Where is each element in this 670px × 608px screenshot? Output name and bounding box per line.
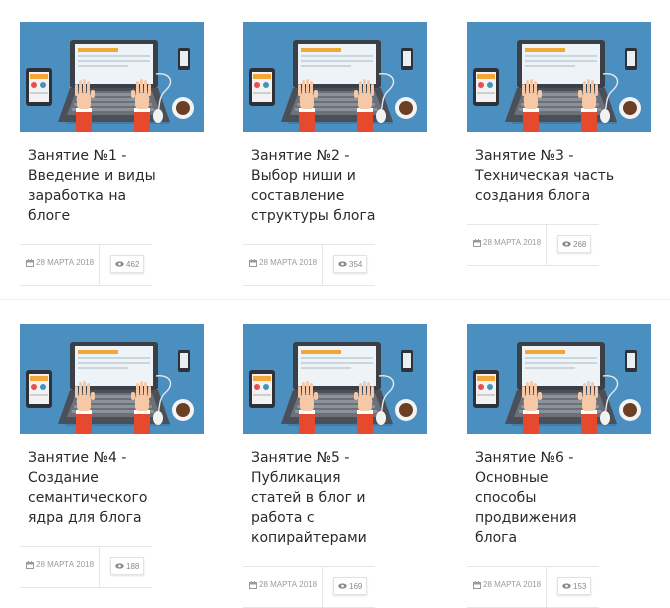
- lesson-title-line: Занятие №3 -: [475, 148, 574, 164]
- lesson-date-text: 28 МАРТА 2018: [36, 258, 95, 267]
- eye-icon: [562, 241, 571, 247]
- lesson-thumbnail[interactable]: [467, 324, 651, 434]
- lesson-title[interactable]: Занятие №1 - Введение и виды заработка на б…: [28, 146, 168, 226]
- views-count: 188: [126, 561, 140, 571]
- lesson-card[interactable]: Занятие №3 - Техническая часть создания бл…: [467, 22, 651, 266]
- views-badge: 268: [557, 235, 592, 253]
- calendar-icon: [26, 258, 34, 267]
- row-divider: [0, 299, 670, 300]
- calendar-icon: [249, 580, 257, 589]
- lesson-thumbnail[interactable]: [20, 324, 204, 434]
- lesson-card[interactable]: Занятие №1 - Введение и виды заработка на б…: [20, 22, 204, 286]
- lesson-thumbnail[interactable]: [243, 324, 427, 434]
- lesson-title-line: Выбор ниши и: [251, 168, 356, 184]
- meta-divider: [322, 245, 323, 285]
- lesson-title-line: работа с: [251, 510, 315, 526]
- lesson-date: 28 МАРТА 2018: [473, 238, 541, 247]
- calendar-icon: [249, 258, 257, 267]
- views-count: 268: [573, 239, 587, 249]
- eye-icon: [338, 261, 347, 267]
- lesson-title-line: блога: [475, 530, 518, 546]
- lesson-title-line: Занятие №4 -: [28, 450, 127, 466]
- lesson-title-line: составление: [251, 188, 345, 204]
- eye-icon: [115, 261, 124, 267]
- lesson-title-line: заработка на: [28, 188, 127, 204]
- views-count: 354: [349, 259, 363, 269]
- lesson-title[interactable]: Занятие №6 - Основные способы продвижения бл…: [475, 448, 615, 548]
- lesson-date: 28 МАРТА 2018: [473, 580, 541, 589]
- lesson-card[interactable]: Занятие №6 - Основные способы продвижения бл…: [467, 324, 651, 608]
- lesson-title-line: статей в блог и: [251, 490, 366, 506]
- lesson-title-line: Занятие №5 -: [251, 450, 350, 466]
- lesson-title-line: способы: [475, 490, 537, 506]
- lesson-meta: 28 МАРТА 2018 268: [467, 224, 599, 266]
- views-badge: 169: [333, 577, 368, 595]
- lesson-thumbnail[interactable]: [20, 22, 204, 132]
- lesson-thumbnail[interactable]: [467, 22, 651, 132]
- lesson-card[interactable]: Занятие №4 - Создание семантического ядра д…: [20, 324, 204, 588]
- views-badge: 462: [110, 255, 145, 273]
- meta-divider: [322, 567, 323, 607]
- lesson-meta: 28 МАРТА 2018 153: [467, 566, 599, 608]
- lesson-date-text: 28 МАРТА 2018: [259, 580, 318, 589]
- lesson-meta: 28 МАРТА 2018 462: [20, 244, 152, 286]
- calendar-icon: [26, 560, 34, 569]
- meta-divider: [546, 567, 547, 607]
- lesson-title-line: структуры блога: [251, 208, 376, 224]
- meta-divider: [99, 245, 100, 285]
- lesson-card[interactable]: Занятие №2 - Выбор ниши и составление струк…: [243, 22, 427, 286]
- views-badge: 354: [333, 255, 368, 273]
- lesson-meta: 28 МАРТА 2018 354: [243, 244, 375, 286]
- lesson-date-text: 28 МАРТА 2018: [259, 258, 318, 267]
- lesson-title-line: семантического: [28, 490, 148, 506]
- lesson-title-line: ядра для блога: [28, 510, 142, 526]
- lesson-date-text: 28 МАРТА 2018: [36, 560, 95, 569]
- calendar-icon: [473, 580, 481, 589]
- lesson-title-line: копирайтерами: [251, 530, 367, 546]
- meta-divider: [546, 225, 547, 265]
- lesson-title[interactable]: Занятие №5 - Публикация статей в блог и раб…: [251, 448, 391, 548]
- lesson-title-line: блоге: [28, 208, 71, 224]
- eye-icon: [115, 563, 124, 569]
- lesson-title-line: создания блога: [475, 188, 591, 204]
- lesson-date: 28 МАРТА 2018: [26, 258, 94, 267]
- lesson-title-line: Публикация: [251, 470, 341, 486]
- lesson-meta: 28 МАРТА 2018 188: [20, 546, 152, 588]
- views-badge: 188: [110, 557, 145, 575]
- eye-icon: [562, 583, 571, 589]
- lesson-title-line: Введение и виды: [28, 168, 156, 184]
- lesson-meta: 28 МАРТА 2018 169: [243, 566, 375, 608]
- views-count: 169: [349, 581, 363, 591]
- lesson-card[interactable]: Занятие №5 - Публикация статей в блог и раб…: [243, 324, 427, 608]
- lesson-title-line: Занятие №6 -: [475, 450, 574, 466]
- views-count: 153: [573, 581, 587, 591]
- lesson-title-line: Занятие №2 -: [251, 148, 350, 164]
- lesson-title-line: Занятие №1 -: [28, 148, 127, 164]
- lesson-date: 28 МАРТА 2018: [26, 560, 94, 569]
- lesson-title-line: Создание: [28, 470, 99, 486]
- lesson-title-line: продвижения: [475, 510, 577, 526]
- lesson-date: 28 МАРТА 2018: [249, 580, 317, 589]
- lesson-title[interactable]: Занятие №3 - Техническая часть создания бл…: [475, 146, 615, 206]
- lesson-date: 28 МАРТА 2018: [249, 258, 317, 267]
- lesson-title[interactable]: Занятие №4 - Создание семантического ядра д…: [28, 448, 168, 528]
- lesson-title-line: Техническая часть: [475, 168, 615, 184]
- lesson-date-text: 28 МАРТА 2018: [483, 580, 542, 589]
- lesson-title-line: Основные: [475, 470, 549, 486]
- views-count: 462: [126, 259, 140, 269]
- lesson-title[interactable]: Занятие №2 - Выбор ниши и составление струк…: [251, 146, 391, 226]
- eye-icon: [338, 583, 347, 589]
- calendar-icon: [473, 238, 481, 247]
- views-badge: 153: [557, 577, 592, 595]
- lesson-date-text: 28 МАРТА 2018: [483, 238, 542, 247]
- meta-divider: [99, 547, 100, 587]
- lesson-thumbnail[interactable]: [243, 22, 427, 132]
